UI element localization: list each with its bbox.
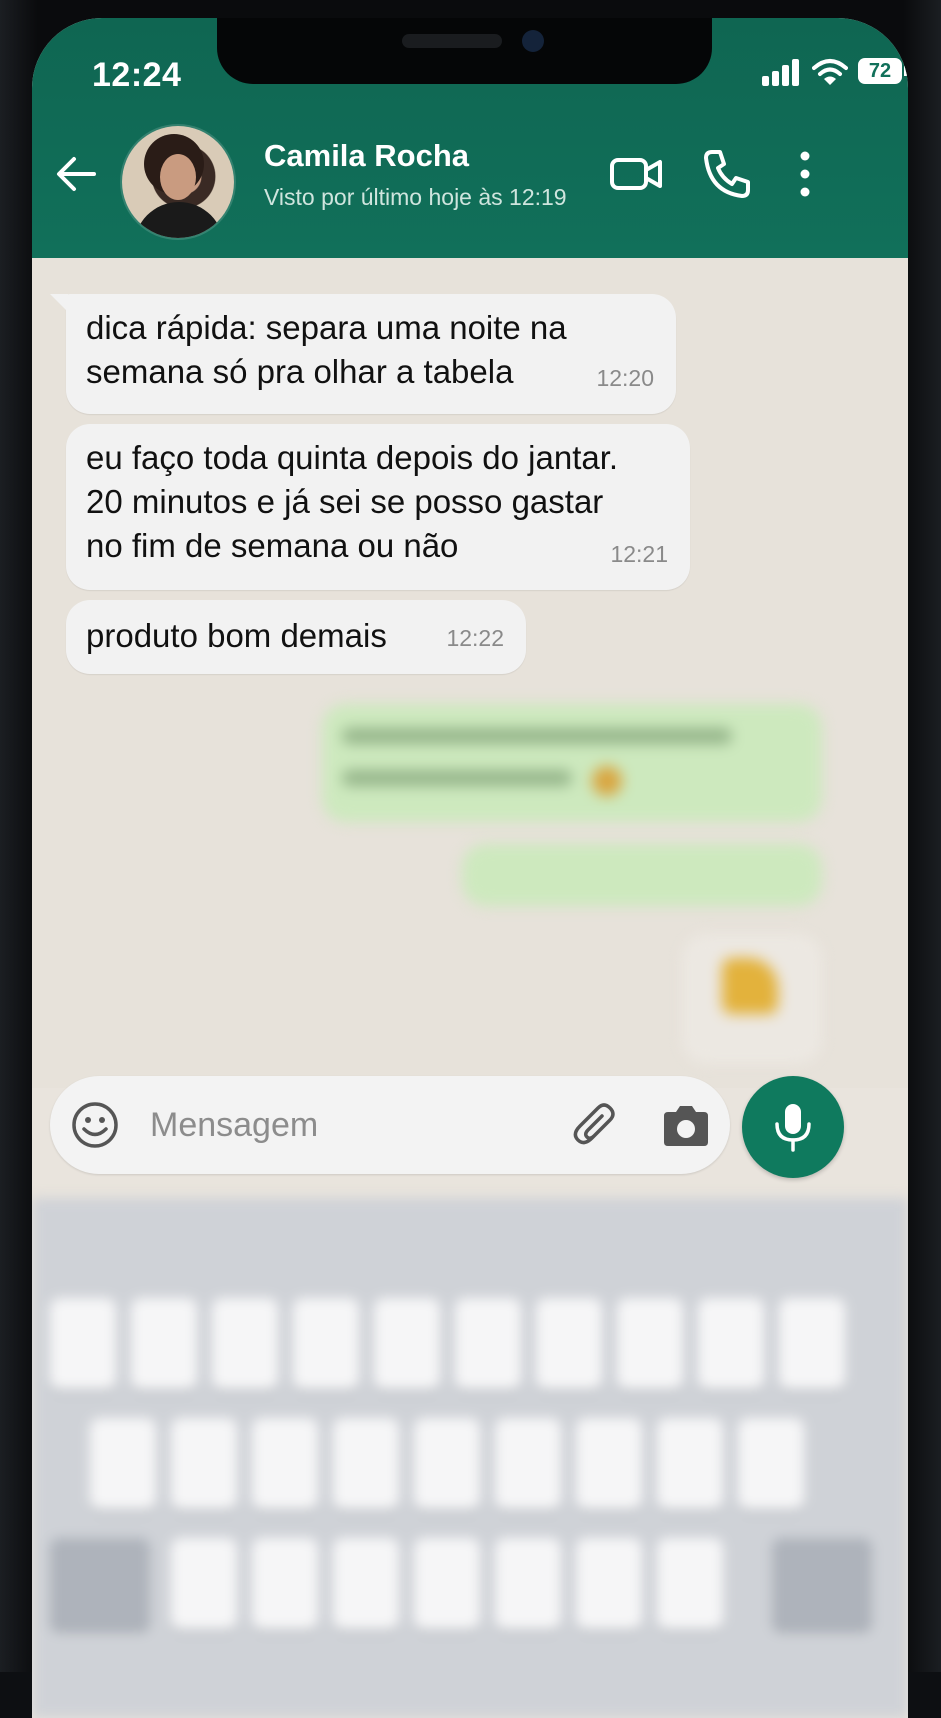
message-time: 12:20 [596, 365, 654, 391]
message-time: 12:21 [610, 541, 668, 567]
mic-icon [775, 1104, 811, 1152]
front-camera [522, 30, 544, 52]
emoji-icon[interactable] [70, 1100, 120, 1150]
contact-name[interactable]: Camila Rocha [264, 138, 469, 174]
on-screen-keyboard-blurred [32, 1198, 908, 1718]
speaker-grille [402, 34, 502, 48]
contact-avatar[interactable] [122, 126, 234, 238]
back-arrow-icon[interactable] [54, 152, 98, 196]
chat-messages[interactable]: dica rápida: separa uma noite na semana … [32, 258, 908, 1088]
incoming-message[interactable]: eu faço toda quinta depois do jantar. 20… [66, 424, 690, 590]
signal-icon [762, 58, 802, 86]
chat-header: 12:24 72 Camila Rocha Visto por último h… [32, 18, 908, 258]
message-time: 12:22 [446, 625, 504, 651]
status-time: 12:24 [92, 56, 182, 94]
voice-message-button[interactable] [742, 1076, 844, 1178]
attach-icon[interactable] [570, 1100, 622, 1152]
outgoing-message-blurred [322, 704, 822, 822]
phone-frame: 12:24 72 Camila Rocha Visto por último h… [0, 0, 941, 1718]
message-text: produto bom demais [86, 617, 387, 654]
phone-icon[interactable] [700, 146, 756, 202]
camera-icon[interactable] [660, 1102, 712, 1150]
battery-icon: 72 [858, 58, 908, 84]
wifi-icon [812, 59, 848, 85]
last-seen-status: Visto por último hoje às 12:19 [264, 184, 567, 210]
thumbs-up-icon [722, 958, 778, 1014]
message-text: eu faço toda quinta depois do jantar. 20… [86, 439, 619, 564]
more-options-icon[interactable] [790, 146, 820, 202]
whatsapp-chat-screen: 12:24 72 Camila Rocha Visto por último h… [32, 18, 908, 1718]
message-input[interactable]: Mensagem [150, 1106, 318, 1145]
message-composer[interactable]: Mensagem [50, 1076, 730, 1174]
message-text: dica rápida: separa uma noite na semana … [86, 309, 567, 390]
incoming-message[interactable]: dica rápida: separa uma noite na semana … [50, 294, 676, 414]
phone-notch [217, 18, 712, 84]
outgoing-sticker-blurred [682, 934, 822, 1064]
outgoing-message-blurred [462, 844, 822, 906]
incoming-message[interactable]: produto bom demais 12:22 [66, 600, 526, 674]
video-call-icon[interactable] [608, 146, 664, 202]
